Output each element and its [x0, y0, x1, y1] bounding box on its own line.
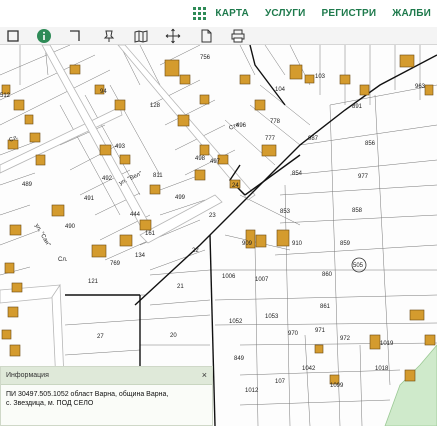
- parcel-label: 977: [358, 174, 369, 180]
- parcel-label: 853: [280, 209, 291, 215]
- parcel-label: 489: [22, 182, 33, 188]
- parcel-label: 1052: [229, 319, 243, 325]
- parcel-label: 497: [210, 159, 221, 165]
- select-icon[interactable]: [5, 28, 21, 44]
- parcel-label: 103: [315, 74, 326, 80]
- document-icon[interactable]: [198, 28, 214, 44]
- parcel-label: 24: [232, 183, 239, 189]
- parcel-info-line[interactable]: с. Звездица, м. ПОД СЕЛО: [6, 399, 207, 408]
- parcel-label: 499: [175, 195, 186, 201]
- info-icon[interactable]: [36, 28, 52, 44]
- parcel-label: 107: [275, 379, 286, 385]
- parcel-label: 909: [242, 241, 253, 247]
- parcel-label: 1042: [302, 366, 316, 372]
- top-navigation-bar: КАРТА УСЛУГИ РЕГИСТРИ ЖАЛБИ: [0, 0, 437, 27]
- map-toolbar: [0, 27, 437, 45]
- parcel-label: 94: [100, 89, 107, 95]
- parcel-label: 1099: [330, 383, 344, 389]
- parcel-label: 121: [88, 279, 99, 285]
- crosshair-icon[interactable]: [165, 28, 181, 44]
- parcel-label: 128: [150, 103, 161, 109]
- main-nav: КАРТА УСЛУГИ РЕГИСТРИ ЖАЛБИ: [193, 0, 437, 27]
- measure-angle-icon[interactable]: [67, 28, 83, 44]
- parcel-label: 492: [102, 176, 113, 182]
- parcel-label: 963: [415, 84, 426, 90]
- parcel-label: 777: [265, 136, 276, 142]
- parcel-label: 970: [288, 331, 299, 337]
- parcel-label: 854: [292, 171, 303, 177]
- info-panel-header: Информация ×: [1, 367, 212, 385]
- parcel-label: 1006: [222, 274, 236, 280]
- map-marker-label: 505: [353, 263, 364, 269]
- info-panel-title: Информация: [6, 372, 49, 379]
- info-panel-body: ПИ 30497.505.1052 област Варна, община В…: [1, 385, 212, 413]
- parcel-label: 971: [315, 328, 326, 334]
- parcel-label: 20: [170, 333, 177, 339]
- nav-item-services[interactable]: УСЛУГИ: [265, 8, 306, 19]
- parcel-label: 104: [275, 87, 286, 93]
- parcel-label: 1019: [380, 341, 394, 347]
- parcel-label: 861: [320, 304, 331, 310]
- parcel-label: 491: [84, 196, 95, 202]
- parcel-label: 23: [209, 213, 216, 219]
- parcel-label: 498: [195, 156, 206, 162]
- parcel-label: 27: [97, 334, 104, 340]
- print-icon[interactable]: [230, 28, 246, 44]
- parcel-label: 1053: [265, 314, 279, 320]
- parcel-label: 811: [153, 173, 163, 179]
- nav-item-complaints[interactable]: ЖАЛБИ: [392, 8, 431, 19]
- parcel-label: 858: [352, 208, 363, 214]
- parcel-label: 860: [322, 272, 333, 278]
- parcel-label: 972: [340, 336, 351, 342]
- pin-icon[interactable]: [101, 28, 117, 44]
- parcel-label: 910: [292, 241, 303, 247]
- close-icon[interactable]: ×: [202, 371, 207, 380]
- parcel-label: 512: [0, 93, 11, 99]
- parcel-label: 1012: [245, 388, 259, 394]
- nav-item-map[interactable]: КАРТА: [215, 8, 249, 19]
- parcel-label: 490: [65, 224, 76, 230]
- parcel-label: 161: [145, 231, 156, 237]
- apps-grid-icon[interactable]: [193, 6, 207, 21]
- parcel-label: 778: [270, 119, 281, 125]
- parcel-label: 769: [110, 261, 121, 267]
- parcel-label: 987: [308, 136, 319, 142]
- nav-item-registers[interactable]: РЕГИСТРИ: [321, 8, 376, 19]
- parcel-label: 444: [130, 212, 141, 218]
- parcel-label: 856: [365, 141, 376, 147]
- parcel-label: 756: [200, 55, 211, 61]
- parcel-label: 1007: [255, 277, 269, 283]
- parcel-label: 493: [115, 144, 126, 150]
- parcel-info-line[interactable]: ПИ 30497.505.1052 област Варна, община В…: [6, 390, 207, 399]
- parcel-label: 21: [177, 284, 184, 290]
- parcel-label: 859: [340, 241, 351, 247]
- parcel-label: 22: [192, 248, 199, 254]
- info-panel: Информация × ПИ 30497.505.1052 област Ва…: [0, 366, 213, 426]
- parcel-label: 849: [234, 356, 245, 362]
- street-label: Сл.: [58, 257, 68, 263]
- parcel-label: 134: [135, 253, 146, 259]
- parcel-label: 1018: [375, 366, 389, 372]
- book-map-icon[interactable]: [133, 28, 149, 44]
- parcel-label: 891: [352, 104, 363, 110]
